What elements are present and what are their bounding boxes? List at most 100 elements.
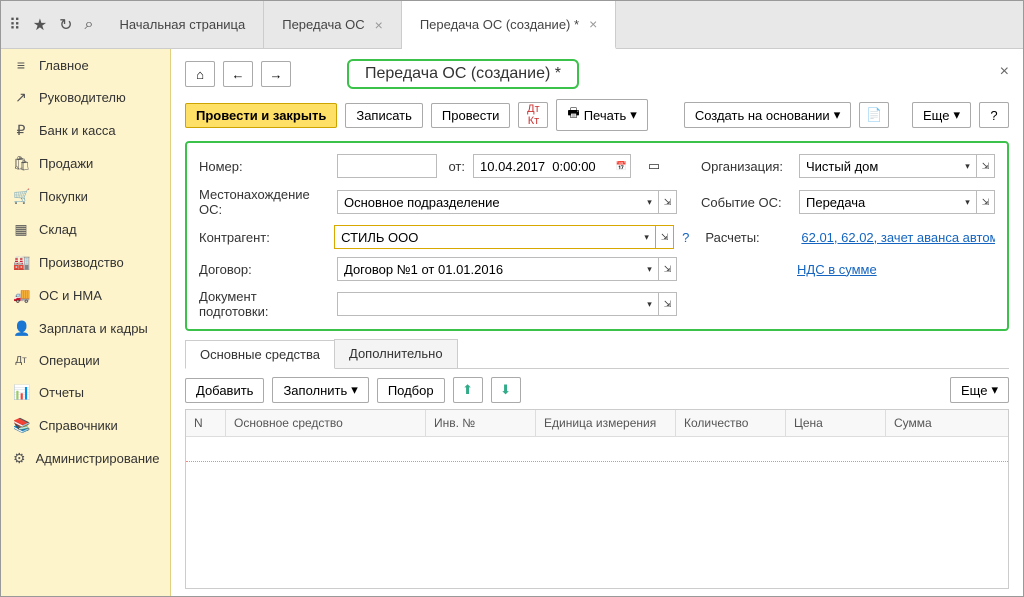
close-page-icon[interactable]: × <box>1000 63 1009 81</box>
help-button[interactable]: ? <box>979 102 1009 128</box>
chevron-down-icon[interactable]: ▾ <box>641 257 659 281</box>
tab-transfer[interactable]: Передача ОС × <box>264 1 402 48</box>
print-button[interactable]: 🖶 Печать ▾ <box>556 99 647 131</box>
open-icon[interactable]: ⇲ <box>977 154 995 178</box>
dtkt-button[interactable]: ДтКт <box>518 102 548 128</box>
sidebar-item-bank[interactable]: ₽Банк и касса <box>1 114 170 147</box>
page-title: Передача ОС (создание) * <box>347 59 579 89</box>
sidebar-item-reports[interactable]: 📊Отчеты <box>1 376 170 409</box>
chevron-down-icon: ▾ <box>834 107 841 123</box>
top-bar: ⠿ ★ ↻ ⌕ Начальная страница Передача ОС ×… <box>1 1 1023 49</box>
location-input[interactable] <box>337 190 641 214</box>
home-icon: ⌂ <box>196 67 204 82</box>
tab-transfer-create[interactable]: Передача ОС (создание) * × <box>402 1 616 49</box>
help-icon[interactable]: ? <box>682 230 689 245</box>
chevron-down-icon[interactable]: ▾ <box>641 190 659 214</box>
open-icon[interactable]: ⇲ <box>659 190 677 214</box>
open-icon[interactable]: ⇲ <box>977 190 995 214</box>
sidebar-item-label: Отчеты <box>39 385 84 400</box>
submit-close-button[interactable]: Провести и закрыть <box>185 103 337 128</box>
sidebar-item-warehouse[interactable]: ▦Склад <box>1 213 170 246</box>
col-sum[interactable]: Сумма <box>886 410 1008 436</box>
sidebar-item-production[interactable]: 🏭Производство <box>1 246 170 279</box>
forward-button[interactable]: → <box>261 61 291 87</box>
search-icon[interactable]: ⌕ <box>84 16 93 34</box>
sidebar-item-label: Зарплата и кадры <box>39 321 148 336</box>
col-n[interactable]: N <box>186 410 226 436</box>
move-up-button[interactable]: ⬆ <box>453 377 483 403</box>
sidebar-item-label: Покупки <box>39 189 88 204</box>
home-button[interactable]: ⌂ <box>185 61 215 87</box>
document-button[interactable]: 📄 <box>859 102 889 128</box>
col-price[interactable]: Цена <box>786 410 886 436</box>
dtkt-icon: ДтКт <box>527 103 540 127</box>
add-button[interactable]: Добавить <box>185 378 264 403</box>
col-unit[interactable]: Единица измерения <box>536 410 676 436</box>
move-down-button[interactable]: ⬇ <box>491 377 521 403</box>
col-asset[interactable]: Основное средство <box>226 410 426 436</box>
sidebar-item-label: Склад <box>39 222 77 237</box>
books-icon: 📚 <box>13 417 29 434</box>
arrow-up-icon: ⬆ <box>462 382 473 398</box>
tab-main-assets[interactable]: Основные средства <box>185 340 335 369</box>
open-icon[interactable]: ⇲ <box>656 225 674 249</box>
sidebar: ≡Главное ↗ Руководителю ₽Банк и касса 🛍Пр… <box>1 49 171 596</box>
chevron-down-icon[interactable]: ▾ <box>641 292 659 316</box>
window-tabs: Начальная страница Передача ОС × Передач… <box>101 1 616 48</box>
col-inv[interactable]: Инв. № <box>426 410 536 436</box>
sidebar-item-assets[interactable]: 🚚ОС и НМА <box>1 279 170 312</box>
sidebar-item-manager[interactable]: ↗ Руководителю <box>1 81 170 114</box>
date-input[interactable] <box>473 154 613 178</box>
tab-home[interactable]: Начальная страница <box>101 1 264 48</box>
close-icon[interactable]: × <box>375 17 383 33</box>
sidebar-item-label: Администрирование <box>36 451 160 466</box>
vat-link[interactable]: НДС в сумме <box>797 262 995 277</box>
chevron-down-icon[interactable]: ▾ <box>638 225 656 249</box>
chart-icon: ↗ <box>13 89 29 106</box>
submit-button[interactable]: Провести <box>431 103 511 128</box>
sidebar-item-sales[interactable]: 🛍Продажи <box>1 147 170 180</box>
tab-label: Передача ОС <box>282 17 364 32</box>
close-icon[interactable]: × <box>589 16 597 32</box>
fill-button[interactable]: Заполнить ▾ <box>272 377 368 403</box>
event-input[interactable] <box>799 190 959 214</box>
calc-link[interactable]: 62.01, 62.02, зачет аванса автомати... <box>801 230 995 245</box>
assets-grid[interactable]: N Основное средство Инв. № Единица измер… <box>185 409 1009 589</box>
calendar-icon[interactable]: 📅 <box>613 154 631 178</box>
select-button[interactable]: Подбор <box>377 378 445 403</box>
tab-label: Начальная страница <box>119 17 245 32</box>
sidebar-item-salary[interactable]: 👤Зарплата и кадры <box>1 312 170 345</box>
chevron-down-icon[interactable]: ▾ <box>959 154 977 178</box>
sidebar-item-operations[interactable]: ДтОперации <box>1 345 170 376</box>
back-button[interactable]: ← <box>223 61 253 87</box>
col-qty[interactable]: Количество <box>676 410 786 436</box>
org-input[interactable] <box>799 154 959 178</box>
doc-prep-input[interactable] <box>337 292 641 316</box>
tab-additional[interactable]: Дополнительно <box>334 339 458 368</box>
open-icon[interactable]: ⇲ <box>659 292 677 316</box>
counterparty-input[interactable] <box>334 225 638 249</box>
table-more-button[interactable]: Еще ▾ <box>950 377 1009 403</box>
contract-input[interactable] <box>337 257 641 281</box>
tab-label: Передача ОС (создание) * <box>420 17 579 32</box>
calendar-extra-icon[interactable]: ▭ <box>639 153 669 179</box>
apps-icon[interactable]: ⠿ <box>9 15 21 35</box>
create-based-button[interactable]: Создать на основании ▾ <box>684 102 851 128</box>
save-button[interactable]: Записать <box>345 103 423 128</box>
sidebar-item-main[interactable]: ≡Главное <box>1 49 170 81</box>
content-area: × ⌂ ← → Передача ОС (создание) * Провест… <box>171 49 1023 596</box>
sidebar-item-purchases[interactable]: 🛒Покупки <box>1 180 170 213</box>
more-button[interactable]: Еще ▾ <box>912 102 971 128</box>
sidebar-item-label: Руководителю <box>39 90 126 105</box>
number-input[interactable] <box>337 154 437 178</box>
sidebar-item-admin[interactable]: ⚙Администрирование <box>1 442 170 475</box>
history-icon[interactable]: ↻ <box>59 15 72 35</box>
star-icon[interactable]: ★ <box>33 15 47 35</box>
arrow-right-icon: → <box>270 67 283 82</box>
chevron-down-icon[interactable]: ▾ <box>959 190 977 214</box>
grid-body[interactable] <box>186 437 1008 585</box>
print-label: Печать <box>584 108 627 123</box>
sidebar-item-references[interactable]: 📚Справочники <box>1 409 170 442</box>
open-icon[interactable]: ⇲ <box>659 257 677 281</box>
from-label: от: <box>445 159 465 174</box>
